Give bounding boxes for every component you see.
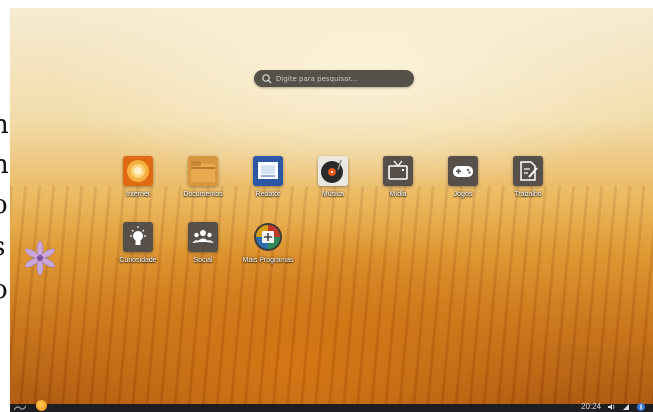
desktop-wallpaper: Internet Documentos Redator bbox=[10, 8, 653, 404]
writer-icon bbox=[253, 156, 283, 186]
app-musica[interactable]: Música bbox=[303, 156, 363, 198]
app-label: Internet bbox=[126, 191, 150, 198]
gamepad-icon bbox=[448, 156, 478, 186]
app-label: Social bbox=[193, 257, 213, 264]
app-label: Música bbox=[321, 191, 345, 198]
lightbulb-icon bbox=[123, 222, 153, 252]
people-icon bbox=[188, 222, 218, 252]
launcher-button[interactable] bbox=[36, 400, 47, 411]
app-trabalho[interactable]: Trabalho bbox=[498, 156, 558, 198]
menu-logo-icon[interactable] bbox=[14, 405, 26, 411]
app-redator[interactable]: Redator bbox=[238, 156, 298, 198]
network-icon[interactable] bbox=[622, 403, 630, 411]
app-label: Redator bbox=[255, 191, 281, 198]
app-label: Trabalho bbox=[514, 191, 542, 198]
app-label: Mídia bbox=[389, 191, 407, 198]
document-edit-icon bbox=[513, 156, 543, 186]
volume-icon[interactable] bbox=[608, 403, 616, 411]
search-input[interactable] bbox=[274, 74, 406, 83]
software-center-icon bbox=[254, 223, 282, 251]
left-edge-text: n n o s o , , bbox=[0, 0, 10, 412]
taskbar: 20:24 bbox=[10, 400, 653, 412]
app-mais-programas[interactable]: Mais Programas bbox=[238, 222, 298, 264]
tv-icon bbox=[383, 156, 413, 186]
internet-icon bbox=[127, 160, 149, 182]
search-bar[interactable] bbox=[254, 70, 414, 87]
folder-icon bbox=[188, 156, 218, 186]
notification-icon[interactable] bbox=[637, 403, 645, 411]
app-label: Mais Programas bbox=[242, 257, 294, 264]
app-midia[interactable]: Mídia bbox=[368, 156, 428, 198]
wheat-field-background bbox=[10, 186, 653, 404]
app-internet[interactable]: Internet bbox=[108, 156, 168, 198]
app-documentos[interactable]: Documentos bbox=[173, 156, 233, 198]
app-label: Documentos bbox=[183, 191, 223, 198]
app-curiosidade[interactable]: Curiosidade bbox=[108, 222, 168, 264]
music-disc-icon bbox=[318, 156, 348, 186]
app-label: Curiosidade bbox=[119, 257, 157, 264]
clock[interactable]: 20:24 bbox=[581, 402, 601, 411]
app-jogos[interactable]: Jogos bbox=[433, 156, 493, 198]
app-label: Jogos bbox=[453, 191, 473, 198]
app-social[interactable]: Social bbox=[173, 222, 233, 264]
cornflower-decoration bbox=[24, 240, 56, 276]
search-icon bbox=[262, 73, 272, 83]
